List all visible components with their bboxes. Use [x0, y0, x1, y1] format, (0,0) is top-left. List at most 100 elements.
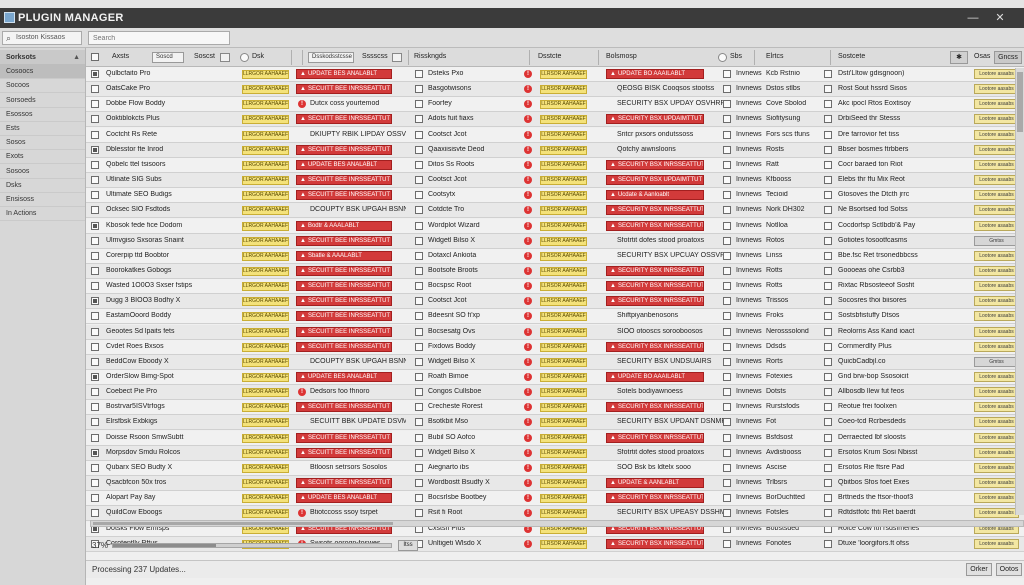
- row-option-checkbox[interactable]: [415, 70, 423, 78]
- row-checkbox[interactable]: [91, 494, 99, 503]
- update-alert-badge[interactable]: ▲ SECURITY BSX INRSSEATTUT: [606, 296, 704, 307]
- update-alert-badge[interactable]: ▲ SECURITY BSX INRSSEATTUT: [606, 341, 704, 352]
- row-option-checkbox[interactable]: [824, 206, 832, 215]
- row-checkbox[interactable]: [91, 479, 99, 488]
- column-header-elrtcs[interactable]: Elrtcs: [766, 53, 784, 60]
- column-header-sbs[interactable]: Sbs: [730, 53, 742, 60]
- row-option-checkbox[interactable]: [415, 266, 423, 275]
- row-action-button[interactable]: Lootore asaabs: [974, 341, 1019, 352]
- sidebar-item[interactable]: Sosoos: [0, 164, 85, 179]
- row-option-checkbox[interactable]: [723, 342, 731, 351]
- horizontal-scrollbar[interactable]: [90, 520, 1024, 527]
- row-option-checkbox[interactable]: [723, 327, 731, 336]
- row-option-checkbox[interactable]: [415, 282, 423, 291]
- sidebar-item[interactable]: Esossos: [0, 107, 85, 122]
- row-option-checkbox[interactable]: [415, 509, 423, 518]
- row-option-checkbox[interactable]: [824, 85, 832, 94]
- row-option-checkbox[interactable]: [723, 191, 731, 200]
- row-option-checkbox[interactable]: [723, 251, 731, 260]
- row-action-button[interactable]: Lootore asaabs: [974, 69, 1019, 79]
- update-alert-badge[interactable]: ▲ SECUITT BEE INRSSEATTUT: [296, 432, 392, 443]
- sidebar-item[interactable]: Ests: [0, 121, 85, 136]
- column-header-bolsmosp[interactable]: Bolsmosp: [606, 53, 637, 60]
- row-action-button[interactable]: Lootore aasabs: [974, 84, 1019, 95]
- update-alert-badge[interactable]: ▲ SECUITT BEE INRSSEATTUT: [296, 402, 392, 413]
- sidebar-item[interactable]: Sosos: [0, 135, 85, 151]
- column-toggle-2[interactable]: [392, 53, 402, 62]
- row-checkbox[interactable]: [91, 373, 99, 381]
- row-action-button[interactable]: Lootore asaabs: [974, 114, 1019, 125]
- row-option-checkbox[interactable]: [824, 251, 832, 260]
- row-action-button[interactable]: Lootore asaabs: [974, 129, 1019, 140]
- column-header-osas[interactable]: Osas: [974, 53, 990, 60]
- row-action-button[interactable]: Lootore asaabs: [974, 311, 1019, 322]
- row-checkbox[interactable]: [91, 433, 99, 442]
- sidebar-item[interactable]: In Actions: [0, 206, 85, 222]
- row-option-checkbox[interactable]: [723, 433, 731, 442]
- update-alert-badge[interactable]: ▲ SECUITT BEE INRSSEATTUT: [296, 235, 392, 246]
- row-option-checkbox[interactable]: [824, 494, 832, 503]
- row-checkbox[interactable]: [91, 327, 99, 336]
- column-header-axsts[interactable]: Axsts: [112, 53, 129, 60]
- row-checkbox[interactable]: [91, 403, 99, 412]
- update-alert-badge[interactable]: ▲ SECUITT BEE INRSSEATTUT: [296, 281, 392, 292]
- row-option-checkbox[interactable]: [824, 130, 832, 139]
- row-checkbox[interactable]: [91, 418, 99, 427]
- column-header-risskngds[interactable]: Risskngds: [414, 53, 446, 60]
- row-option-checkbox[interactable]: [415, 206, 423, 215]
- row-option-checkbox[interactable]: [824, 221, 832, 230]
- row-option-checkbox[interactable]: [824, 433, 832, 442]
- column-select[interactable]: Soscd: [152, 52, 184, 63]
- row-option-checkbox[interactable]: [415, 145, 423, 154]
- row-checkbox[interactable]: [91, 221, 99, 230]
- row-option-checkbox[interactable]: [415, 130, 423, 139]
- sidebar-item[interactable]: Sorsoeds: [0, 93, 85, 108]
- row-option-checkbox[interactable]: [824, 297, 832, 306]
- row-option-checkbox[interactable]: [824, 160, 832, 169]
- update-alert-badge[interactable]: ▲ SECUITT BEE INRSSEATTUT: [296, 326, 392, 337]
- row-option-checkbox[interactable]: [824, 509, 832, 518]
- row-action-button[interactable]: Lootore asaabs: [974, 447, 1019, 458]
- row-action-button[interactable]: Lootore asaabs: [974, 493, 1019, 504]
- row-action-button[interactable]: Lootore asaabs: [974, 175, 1019, 186]
- column-toggle[interactable]: [220, 53, 230, 62]
- row-option-checkbox[interactable]: [824, 463, 832, 472]
- row-option-checkbox[interactable]: [824, 357, 832, 366]
- row-option-checkbox[interactable]: [723, 357, 731, 366]
- row-option-checkbox[interactable]: [415, 160, 423, 169]
- update-alert-badge[interactable]: ▲ UPDATE BES ANALABLT: [296, 159, 392, 170]
- row-action-button[interactable]: Lootore asaabs: [974, 250, 1019, 261]
- update-alert-badge[interactable]: ▲ SECURITY BSX UPDAIMTTUT: [606, 114, 704, 125]
- row-option-checkbox[interactable]: [824, 100, 832, 109]
- row-action-button[interactable]: Lootore asaabs: [974, 296, 1019, 307]
- row-option-checkbox[interactable]: [723, 494, 731, 503]
- update-alert-badge[interactable]: ▲ SECURITY BSX INRSSEATTUT: [606, 265, 704, 276]
- filter-dropdown[interactable]: ⌕ Isoston Kissaos: [2, 31, 82, 45]
- row-option-checkbox[interactable]: [415, 403, 423, 412]
- row-option-checkbox[interactable]: [824, 176, 832, 185]
- update-alert-badge[interactable]: ▲ SECUITT BEE INRSSEATTUT: [296, 311, 392, 322]
- row-option-checkbox[interactable]: [415, 236, 423, 245]
- row-action-button[interactable]: Lootore asaabs: [974, 159, 1019, 170]
- column-select-2[interactable]: Dsskodsstcsse: [308, 52, 354, 63]
- row-option-checkbox[interactable]: [723, 403, 731, 412]
- row-option-checkbox[interactable]: [824, 236, 832, 245]
- row-option-checkbox[interactable]: [723, 479, 731, 488]
- row-option-checkbox[interactable]: [723, 448, 731, 457]
- row-checkbox[interactable]: [91, 509, 99, 518]
- row-checkbox[interactable]: [91, 100, 99, 109]
- search-input[interactable]: [93, 33, 227, 44]
- row-option-checkbox[interactable]: [723, 266, 731, 275]
- row-option-checkbox[interactable]: [723, 130, 731, 139]
- row-action-button[interactable]: Gmtss: [974, 356, 1019, 367]
- update-alert-badge[interactable]: ▲ SECURITY BSX INRSSEATTUT: [606, 281, 704, 292]
- column-header-dsk[interactable]: Dsk: [252, 53, 264, 60]
- column-header-sssscss[interactable]: Sssscss: [362, 53, 388, 60]
- row-option-checkbox[interactable]: [824, 448, 832, 457]
- sidebar-item[interactable]: Sorksots ▲: [0, 50, 85, 65]
- row-option-checkbox[interactable]: [415, 191, 423, 200]
- row-action-button[interactable]: Lootore asaabs: [974, 402, 1019, 413]
- minimize-button[interactable]: —: [966, 11, 980, 25]
- update-alert-badge[interactable]: ▲ SECUITT BEE INRSSEATTUT: [296, 265, 392, 276]
- scrollbar-thumb[interactable]: [93, 522, 393, 525]
